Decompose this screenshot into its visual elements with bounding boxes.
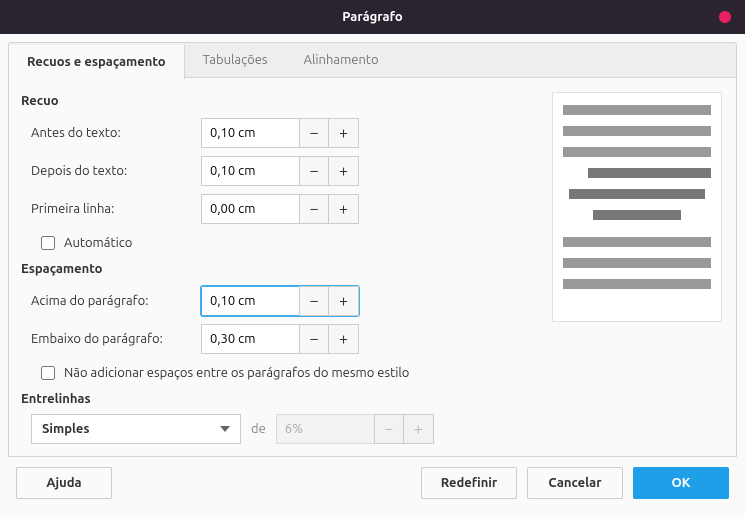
plus-icon: + <box>339 124 348 142</box>
minus-icon: − <box>309 292 318 310</box>
preview-line <box>563 237 711 247</box>
inc-button[interactable]: + <box>329 324 359 354</box>
preview-line <box>563 147 711 157</box>
input-antes-texto[interactable] <box>201 118 299 148</box>
inc-button[interactable]: + <box>329 194 359 224</box>
minus-icon: − <box>384 420 393 438</box>
row-entrelinhas: Simples de − + <box>31 414 724 444</box>
dec-button[interactable]: − <box>299 286 329 316</box>
select-entrelinhas[interactable]: Simples <box>31 414 241 444</box>
preview-line <box>563 105 711 115</box>
close-icon[interactable] <box>719 11 731 23</box>
input-entrelinhas-pct <box>276 414 374 444</box>
spin-acima: − + <box>201 286 359 316</box>
minus-icon: − <box>309 330 318 348</box>
titlebar: Parágrafo <box>0 0 745 34</box>
inc-button: + <box>404 414 434 444</box>
dec-button[interactable]: − <box>299 156 329 186</box>
reset-button[interactable]: Redefinir <box>421 467 517 499</box>
preview-line <box>588 168 711 178</box>
preview-line <box>569 189 705 199</box>
tab-panel: Recuo Antes do texto: − + Depois do text… <box>8 78 737 457</box>
tab-recuos-espacamento[interactable]: Recuos e espaçamento <box>9 45 185 79</box>
label-de: de <box>251 422 266 436</box>
ok-button[interactable]: OK <box>633 467 729 499</box>
spin-antes: − + <box>201 118 359 148</box>
input-embaixo-paragrafo[interactable] <box>201 324 299 354</box>
label-primeira: Primeira linha: <box>31 202 201 216</box>
chevron-down-icon <box>220 426 230 432</box>
minus-icon: − <box>309 162 318 180</box>
inc-button[interactable]: + <box>329 286 359 316</box>
plus-icon: + <box>339 330 348 348</box>
tab-alinhamento[interactable]: Alinhamento <box>286 43 397 77</box>
input-depois-texto[interactable] <box>201 156 299 186</box>
inc-button[interactable]: + <box>329 118 359 148</box>
preview-line <box>593 210 681 220</box>
dec-button[interactable]: − <box>299 194 329 224</box>
plus-icon: + <box>339 292 348 310</box>
tabstrip: Recuos e espaçamento Tabulações Alinhame… <box>8 42 737 78</box>
cancel-button[interactable]: Cancelar <box>527 467 623 499</box>
input-acima-paragrafo[interactable] <box>201 286 299 316</box>
help-button[interactable]: Ajuda <box>16 467 112 499</box>
checkbox-automatico[interactable] <box>41 236 55 250</box>
row-embaixo: Embaixo do parágrafo: − + <box>31 322 724 356</box>
button-bar: Ajuda Redefinir Cancelar OK <box>8 457 737 507</box>
preview-line <box>563 126 711 136</box>
preview-line <box>563 279 711 289</box>
spin-primeira: − + <box>201 194 359 224</box>
label-acima: Acima do parágrafo: <box>31 294 201 308</box>
label-nao-adicionar: Não adicionar espaços entre os parágrafo… <box>64 366 409 380</box>
window-title: Parágrafo <box>342 10 402 24</box>
tab-tabulacoes[interactable]: Tabulações <box>185 43 286 77</box>
label-depois: Depois do texto: <box>31 164 201 178</box>
minus-icon: − <box>309 200 318 218</box>
spin-embaixo: − + <box>201 324 359 354</box>
dialog-content: Recuos e espaçamento Tabulações Alinhame… <box>0 34 745 515</box>
preview-line <box>563 258 711 268</box>
spin-entrelinhas-pct: − + <box>276 414 434 444</box>
plus-icon: + <box>414 420 423 438</box>
label-antes: Antes do texto: <box>31 126 201 140</box>
label-embaixo: Embaixo do parágrafo: <box>31 332 201 346</box>
spin-depois: − + <box>201 156 359 186</box>
plus-icon: + <box>339 200 348 218</box>
dec-button: − <box>374 414 404 444</box>
input-primeira-linha[interactable] <box>201 194 299 224</box>
minus-icon: − <box>309 124 318 142</box>
dec-button[interactable]: − <box>299 324 329 354</box>
plus-icon: + <box>339 162 348 180</box>
select-entrelinhas-value: Simples <box>42 422 90 436</box>
inc-button[interactable]: + <box>329 156 359 186</box>
checkbox-nao-adicionar[interactable] <box>41 366 55 380</box>
checkbox-nosame-row: Não adicionar espaços entre os parágrafo… <box>37 360 724 386</box>
preview-pane <box>552 92 722 322</box>
dec-button[interactable]: − <box>299 118 329 148</box>
section-entrelinhas: Entrelinhas <box>21 392 724 406</box>
label-automatico: Automático <box>64 236 132 250</box>
